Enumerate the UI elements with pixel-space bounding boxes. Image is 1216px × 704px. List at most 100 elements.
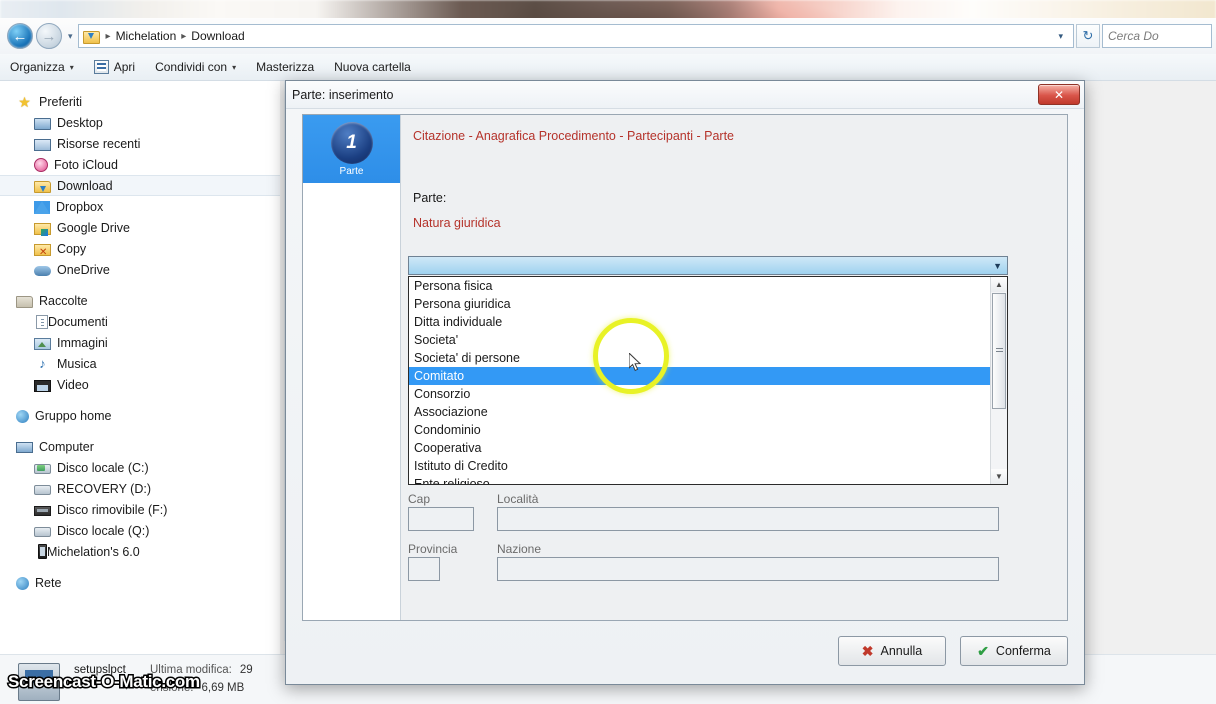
breadcrumb-item-michelation[interactable]: Michelation (114, 29, 179, 43)
dropdown-option[interactable]: Societa' di persone (409, 349, 990, 367)
scroll-up-icon[interactable]: ▲ (991, 277, 1007, 292)
dropdown-option[interactable]: Associazione (409, 403, 990, 421)
step-column: 1 Parte (303, 115, 401, 620)
sidebar-item-musica[interactable]: ♪ Musica (0, 353, 280, 374)
cancel-button[interactable]: ✖ Annulla (838, 636, 946, 666)
dialog-footer: ✖ Annulla ✔ Conferma (302, 630, 1068, 672)
dropdown-option[interactable]: Consorzio (409, 385, 990, 403)
history-dropdown-icon[interactable]: ▾ (68, 31, 73, 42)
sidebar-item-video[interactable]: Video (0, 374, 280, 395)
sidebar-item-computer[interactable]: Computer (0, 436, 280, 457)
dropdown-option[interactable]: Comitato (409, 367, 990, 385)
toolbar-nuova-cartella-label: Nuova cartella (334, 60, 411, 74)
dropdown-option[interactable]: Cooperativa (409, 439, 990, 457)
toolbar-apri[interactable]: Apri (84, 54, 145, 80)
close-icon[interactable]: ✕ (1038, 84, 1080, 105)
sidebar-item-rete[interactable]: Rete (0, 572, 280, 593)
toolbar-masterizza[interactable]: Masterizza (246, 54, 324, 80)
download-folder-icon (82, 29, 100, 44)
dropdown-option[interactable]: Persona giuridica (409, 295, 990, 313)
computer-icon (16, 442, 33, 453)
mouse-cursor-icon (629, 353, 642, 372)
cap-input[interactable] (408, 507, 474, 531)
step-item-parte[interactable]: 1 Parte (303, 115, 400, 183)
sidebar-item-label: Disco locale (C:) (57, 460, 149, 475)
sidebar-item-onedrive[interactable]: OneDrive (0, 259, 280, 280)
natura-giuridica-combo[interactable]: ▼ (408, 256, 1008, 275)
sidebar-item-preferiti[interactable]: ★ Preferiti (0, 91, 280, 112)
sidebar-item-gruppo-home[interactable]: Gruppo home (0, 405, 280, 426)
detail-size-value: 6,69 MB (201, 682, 245, 694)
video-icon (34, 379, 51, 392)
watermark: Screencast-O-Matic.com (7, 671, 202, 693)
monitor-icon (34, 117, 51, 130)
dialog-body: 1 Parte Citazione - Anagrafica Procedime… (302, 114, 1068, 621)
breadcrumb-separator: ▸ (181, 30, 187, 42)
sidebar-item-disco-locale-c[interactable]: Disco locale (C:) (0, 457, 280, 478)
breadcrumb-item-download[interactable]: Download (189, 29, 246, 43)
sidebar-item-label: Disco rimovibile (F:) (57, 502, 168, 517)
dropdown-option[interactable]: Istituto di Credito (409, 457, 990, 475)
sidebar-item-dropbox[interactable]: Dropbox (0, 196, 280, 217)
music-note-icon: ♪ (39, 355, 46, 371)
dropdown-option[interactable]: Societa' (409, 331, 990, 349)
breadcrumb[interactable]: ▸ Michelation ▸ Download ▾ (77, 24, 1074, 48)
red-x-icon: ✖ (861, 642, 874, 659)
sidebar-item-michelation-s-6-0[interactable]: Michelation's 6.0 (0, 541, 280, 562)
scroll-down-icon[interactable]: ▼ (991, 469, 1007, 484)
toolbar-condividi[interactable]: Condividi con ▾ (145, 54, 246, 80)
toolbar-organizza[interactable]: Organizza ▾ (0, 54, 84, 80)
copy-folder-icon (34, 243, 51, 257)
sidebar-item-label: Video (57, 377, 89, 392)
sidebar-item-copy[interactable]: Copy (0, 238, 280, 259)
localita-label: Località (497, 492, 539, 506)
libraries-icon (16, 295, 33, 308)
chevron-down-icon: ▾ (232, 62, 237, 72)
address-bar: ← → ▾ ▸ Michelation ▸ Download ▾ ↻ Cerca… (0, 18, 1216, 54)
sidebar-item-immagini[interactable]: Immagini (0, 332, 280, 353)
nazione-input[interactable] (497, 557, 999, 581)
sidebar-item-raccolte[interactable]: Raccolte (0, 290, 280, 311)
sidebar-item-download[interactable]: Download (0, 175, 280, 196)
sidebar-item-documenti[interactable]: Documenti (0, 311, 280, 332)
dropdown-option[interactable]: Persona fisica (409, 277, 990, 295)
navigation-pane[interactable]: ★ Preferiti Desktop Risorse recenti Foto iCl… (0, 81, 280, 704)
forward-arrow-icon[interactable]: → (36, 23, 62, 49)
refresh-icon[interactable]: ↻ (1076, 24, 1100, 48)
sidebar-item-label: Gruppo home (35, 408, 112, 423)
natura-giuridica-dropdown-list[interactable]: Persona fisica Persona giuridica Ditta ind… (408, 276, 1008, 485)
phone-icon (38, 544, 47, 559)
localita-input[interactable] (497, 507, 999, 531)
sidebar-item-google-drive[interactable]: Google Drive (0, 217, 280, 238)
parte-inserimento-dialog: Parte: inserimento ✕ 1 Parte Citazione -… (285, 80, 1085, 685)
search-input[interactable]: Cerca Do (1102, 24, 1212, 48)
sidebar-item-recovery-d[interactable]: RECOVERY (D:) (0, 478, 280, 499)
sidebar-item-label: Risorse recenti (57, 136, 141, 151)
sidebar-item-disco-locale-q[interactable]: Disco locale (Q:) (0, 520, 280, 541)
back-arrow-icon[interactable]: ← (7, 23, 33, 49)
detail-modified-value: 29 (239, 664, 253, 676)
toolbar-nuova-cartella[interactable]: Nuova cartella (324, 54, 421, 80)
sidebar-item-disco-rimovibile-f[interactable]: Disco rimovibile (F:) (0, 499, 280, 520)
sidebar-item-label: OneDrive (57, 262, 110, 277)
sidebar-item-label: Musica (57, 356, 97, 371)
sidebar-item-label: Immagini (57, 335, 108, 350)
dropdown-option[interactable]: Ente religioso (409, 475, 990, 484)
dropdown-scrollbar-thumb[interactable] (992, 293, 1006, 409)
confirm-button[interactable]: ✔ Conferma (960, 636, 1068, 666)
chevron-down-icon[interactable]: ▾ (1052, 31, 1069, 42)
provincia-input[interactable] (408, 557, 440, 581)
sidebar-item-desktop[interactable]: Desktop (0, 112, 280, 133)
dropdown-option[interactable]: Ditta individuale (409, 313, 990, 331)
pictures-icon (34, 337, 51, 350)
sidebar-item-risorse-recenti[interactable]: Risorse recenti (0, 133, 280, 154)
sidebar-item-foto-icloud[interactable]: Foto iCloud (0, 154, 280, 175)
command-bar: Organizza ▾ Apri Condividi con ▾ Masteri… (0, 54, 1216, 81)
sidebar-item-label: Preferiti (39, 94, 83, 109)
sidebar-item-label: Michelation's 6.0 (47, 544, 140, 559)
dropdown-scrollbar[interactable]: ▲ ▼ (990, 277, 1007, 484)
icloud-photos-icon (34, 158, 48, 172)
dropdown-option[interactable]: Condominio (409, 421, 990, 439)
